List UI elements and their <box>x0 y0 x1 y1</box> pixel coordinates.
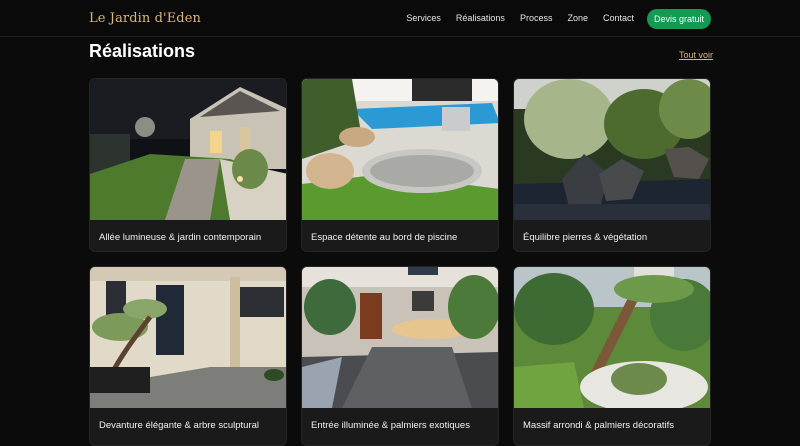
rocks-plants-photo <box>514 79 710 220</box>
pool-garden-photo <box>302 79 498 220</box>
project-card[interactable]: Entrée illuminée & palmiers exotiques <box>301 266 499 446</box>
main-nav: Services Réalisations Process Zone Conta… <box>406 13 634 23</box>
round-bed-palms-photo <box>514 267 710 408</box>
project-card[interactable]: Équilibre pierres & végétation <box>513 78 711 252</box>
project-card[interactable]: Devanture élégante & arbre sculptural <box>89 266 287 446</box>
nav-link-zone[interactable]: Zone <box>567 13 588 23</box>
nav-link-process[interactable]: Process <box>520 13 553 23</box>
section-title: Réalisations <box>89 41 196 61</box>
project-title: Entrée illuminée & palmiers exotiques <box>311 420 470 431</box>
brand-logo[interactable]: Le Jardin d'Eden <box>89 11 201 26</box>
see-all-link[interactable]: Tout voir <box>679 50 713 60</box>
quote-button[interactable]: Devis gratuit <box>647 9 711 29</box>
nav-link-contact[interactable]: Contact <box>603 13 634 23</box>
night-garden-path-photo <box>90 79 286 220</box>
project-title: Massif arrondi & palmiers décoratifs <box>523 420 674 431</box>
facade-bonsai-photo <box>90 267 286 408</box>
project-title: Allée lumineuse & jardin contemporain <box>99 232 262 243</box>
project-title: Devanture élégante & arbre sculptural <box>99 420 260 431</box>
project-card[interactable]: Allée lumineuse & jardin contemporain <box>89 78 287 252</box>
top-navigation-bar: Le Jardin d'Eden Services Réalisations P… <box>0 0 800 37</box>
nav-link-realisations[interactable]: Réalisations <box>456 13 505 23</box>
project-title: Équilibre pierres & végétation <box>523 232 648 243</box>
project-title: Espace détente au bord de piscine <box>311 232 458 243</box>
nav-link-services[interactable]: Services <box>406 13 441 23</box>
project-card[interactable]: Massif arrondi & palmiers décoratifs <box>513 266 711 446</box>
lit-entrance-palms-photo <box>302 267 498 408</box>
project-card[interactable]: Espace détente au bord de piscine <box>301 78 499 252</box>
